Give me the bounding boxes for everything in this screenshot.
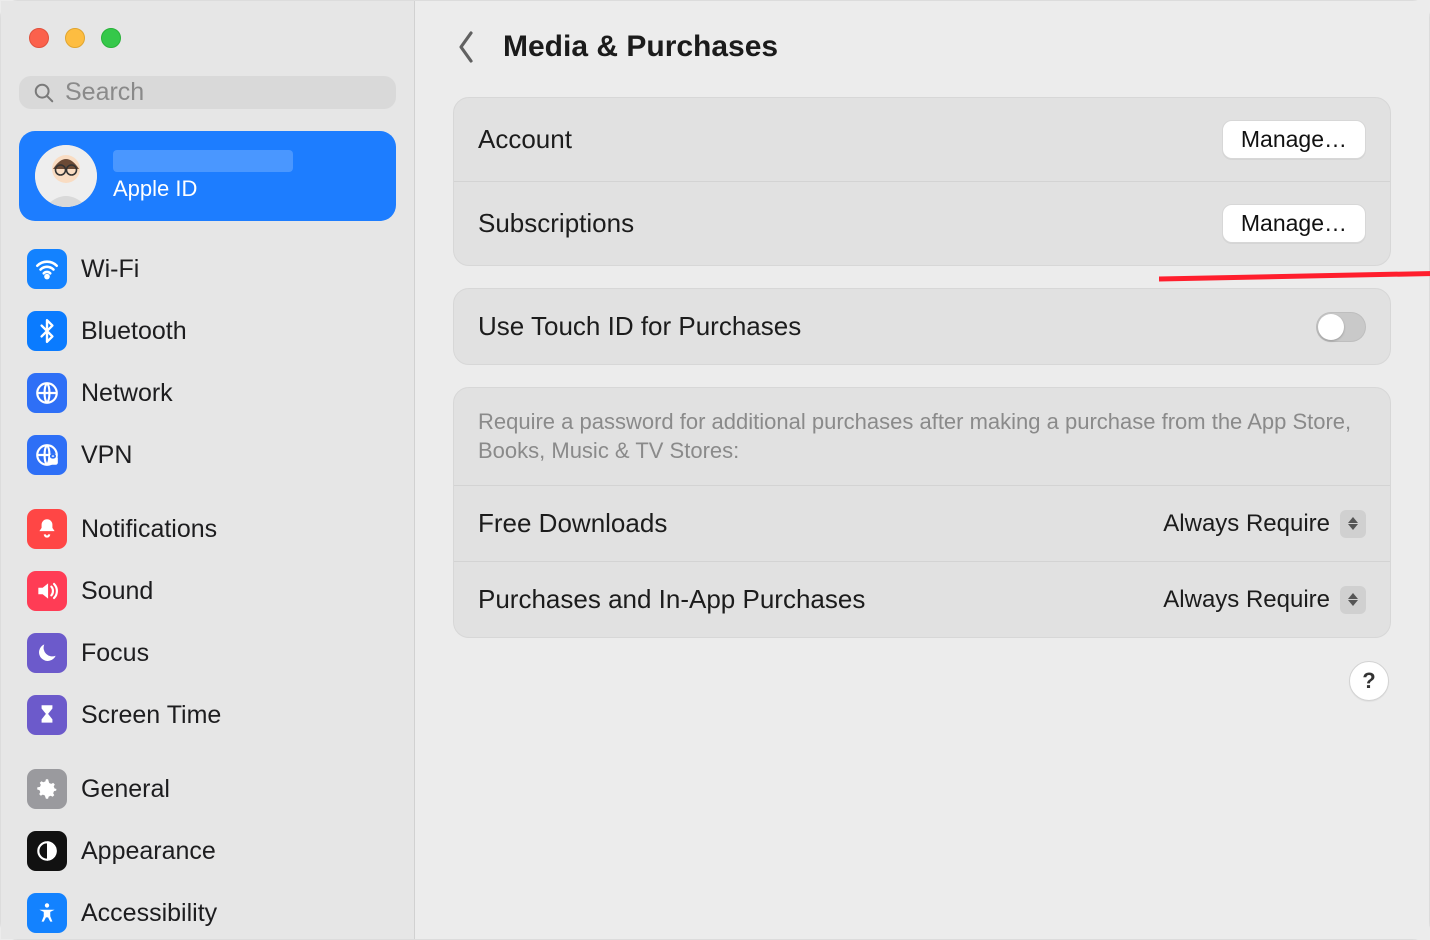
globe-icon bbox=[27, 373, 67, 413]
sidebar-item-focus[interactable]: Focus bbox=[19, 627, 396, 679]
back-button[interactable] bbox=[453, 29, 481, 65]
search-icon bbox=[33, 82, 55, 104]
row-purchases: Purchases and In-App Purchases Always Re… bbox=[454, 561, 1390, 637]
select-value: Always Require bbox=[1163, 586, 1330, 614]
free-downloads-select[interactable]: Always Require bbox=[1163, 510, 1366, 538]
moon-icon bbox=[27, 633, 67, 673]
sidebar-item-vpn[interactable]: VPN bbox=[19, 429, 396, 481]
sidebar-item-label: General bbox=[81, 775, 170, 804]
sidebar-group-system: Notifications Sound Focus Screen Time bbox=[19, 503, 396, 741]
wifi-icon bbox=[27, 249, 67, 289]
row-label: Purchases and In-App Purchases bbox=[478, 584, 865, 615]
sidebar-item-network[interactable]: Network bbox=[19, 367, 396, 419]
sidebar-item-label: Appearance bbox=[81, 837, 216, 866]
sidebar-group-network: Wi-Fi Bluetooth Network bbox=[19, 243, 396, 481]
content-header: Media & Purchases bbox=[415, 1, 1429, 77]
speaker-icon bbox=[27, 571, 67, 611]
row-account: Account Manage… bbox=[454, 98, 1390, 181]
sidebar-item-general[interactable]: General bbox=[19, 763, 396, 815]
sidebar-group-general: General Appearance Accessibility bbox=[19, 763, 396, 939]
page-title: Media & Purchases bbox=[503, 30, 778, 64]
select-value: Always Require bbox=[1163, 510, 1330, 538]
accessibility-icon bbox=[27, 893, 67, 933]
touch-id-card: Use Touch ID for Purchases bbox=[453, 288, 1391, 365]
sidebar-search[interactable] bbox=[19, 76, 396, 109]
gear-icon bbox=[27, 769, 67, 809]
sidebar-item-label: Screen Time bbox=[81, 701, 221, 730]
sidebar: Apple ID Wi-Fi Bluetooth bbox=[1, 1, 415, 939]
sidebar-item-label: Network bbox=[81, 379, 173, 408]
user-subtitle: Apple ID bbox=[113, 176, 293, 202]
row-free-downloads: Free Downloads Always Require bbox=[454, 486, 1390, 561]
close-window-button[interactable] bbox=[29, 28, 49, 48]
purchases-select[interactable]: Always Require bbox=[1163, 586, 1366, 614]
sidebar-item-label: Bluetooth bbox=[81, 317, 187, 346]
appearance-icon bbox=[27, 831, 67, 871]
vpn-icon bbox=[27, 435, 67, 475]
minimize-window-button[interactable] bbox=[65, 28, 85, 48]
search-input[interactable] bbox=[65, 78, 382, 107]
maximize-window-button[interactable] bbox=[101, 28, 121, 48]
row-label: Free Downloads bbox=[478, 508, 667, 539]
row-label: Account bbox=[478, 124, 572, 155]
sidebar-item-label: Focus bbox=[81, 639, 149, 668]
sidebar-item-notifications[interactable]: Notifications bbox=[19, 503, 396, 555]
stepper-icon bbox=[1340, 586, 1366, 614]
row-label: Subscriptions bbox=[478, 208, 634, 239]
sidebar-item-appearance[interactable]: Appearance bbox=[19, 825, 396, 877]
sidebar-item-label: Wi-Fi bbox=[81, 255, 139, 284]
content-pane: Media & Purchases Account Manage… Subscr… bbox=[415, 1, 1429, 939]
sidebar-item-wifi[interactable]: Wi-Fi bbox=[19, 243, 396, 295]
row-touch-id: Use Touch ID for Purchases bbox=[454, 289, 1390, 364]
sidebar-item-label: Sound bbox=[81, 577, 153, 606]
bell-icon bbox=[27, 509, 67, 549]
password-description: Require a password for additional purcha… bbox=[454, 388, 1390, 486]
sidebar-item-screen-time[interactable]: Screen Time bbox=[19, 689, 396, 741]
manage-subscriptions-button[interactable]: Manage… bbox=[1222, 204, 1366, 243]
row-subscriptions: Subscriptions Manage… bbox=[454, 181, 1390, 265]
sidebar-item-apple-id[interactable]: Apple ID bbox=[19, 131, 396, 221]
hourglass-icon bbox=[27, 695, 67, 735]
password-card: Require a password for additional purcha… bbox=[453, 387, 1391, 638]
row-label: Use Touch ID for Purchases bbox=[478, 311, 801, 342]
window-traffic-lights bbox=[19, 1, 396, 76]
avatar bbox=[35, 145, 97, 207]
help-button[interactable]: ? bbox=[1349, 661, 1389, 701]
account-card: Account Manage… Subscriptions Manage… bbox=[453, 97, 1391, 266]
sidebar-item-bluetooth[interactable]: Bluetooth bbox=[19, 305, 396, 357]
touch-id-toggle[interactable] bbox=[1316, 312, 1366, 342]
manage-account-button[interactable]: Manage… bbox=[1222, 120, 1366, 159]
sidebar-item-sound[interactable]: Sound bbox=[19, 565, 396, 617]
sidebar-item-label: Notifications bbox=[81, 515, 217, 544]
bluetooth-icon bbox=[27, 311, 67, 351]
stepper-icon bbox=[1340, 510, 1366, 538]
sidebar-item-label: Accessibility bbox=[81, 899, 217, 928]
user-name-redacted bbox=[113, 150, 293, 172]
sidebar-item-accessibility[interactable]: Accessibility bbox=[19, 887, 396, 939]
sidebar-item-label: VPN bbox=[81, 441, 132, 470]
